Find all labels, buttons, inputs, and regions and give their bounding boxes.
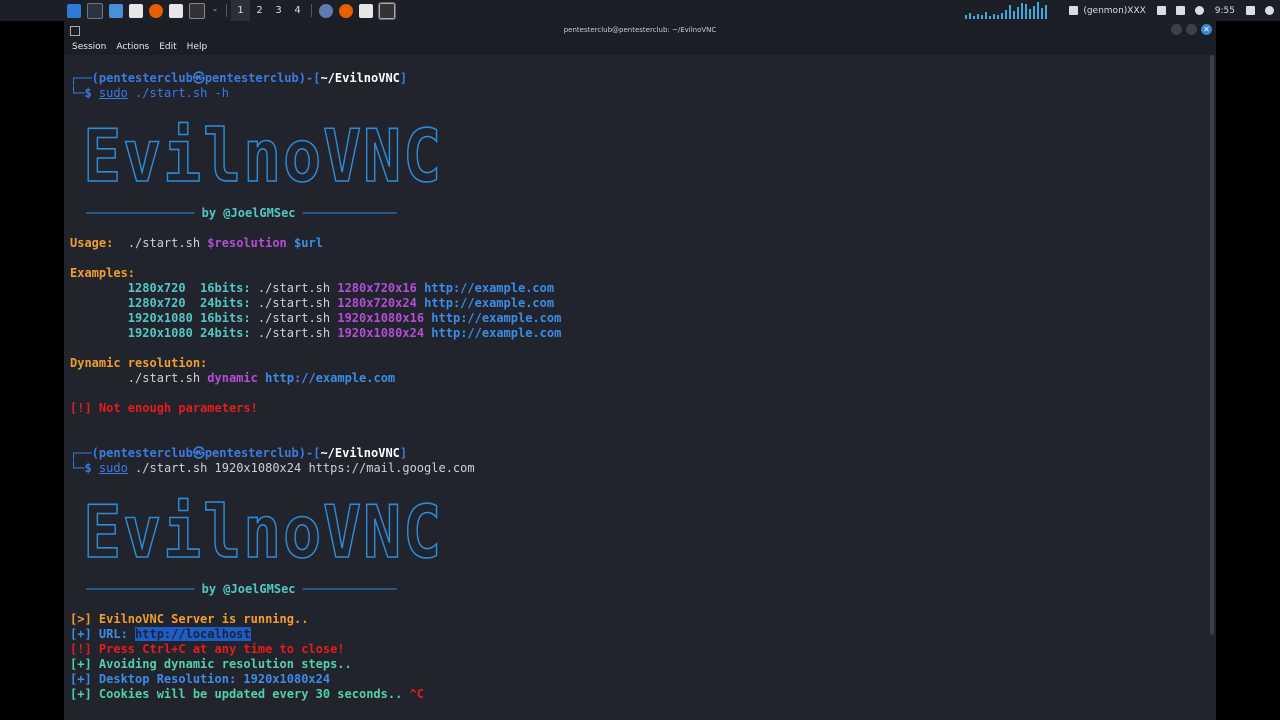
close-button[interactable]: ✕ [1201, 24, 1212, 35]
byline: ─────────────── by @JoelGMSec ──────────… [86, 206, 397, 220]
workspace-2[interactable]: 2 [250, 0, 269, 21]
menu-actions[interactable]: Actions [116, 42, 149, 52]
firefox-icon[interactable] [149, 3, 163, 18]
status-desktop: [+] Desktop Resolution: 1920x1080x24 [70, 672, 331, 686]
example-row: 1280x720 16bits: ./start.sh 1280x720x16 … [127, 281, 555, 295]
terminal-taskbar-icon[interactable] [378, 1, 396, 20]
example-row: 1280x720 24bits: ./start.sh 1280x720x24 … [127, 296, 555, 310]
status-url: [+] URL: http://localhost [70, 627, 251, 641]
example-row: 1920x1080 16bits: ./start.sh 1920x1080x1… [127, 311, 562, 325]
chevron-down-icon[interactable]: ⌄ [211, 4, 219, 18]
localhost-url-selected[interactable]: http://localhost [135, 627, 251, 641]
notification-bell-icon[interactable] [1175, 6, 1185, 15]
ascii-banner: EvilnoVNC [78, 489, 448, 575]
file-manager-icon[interactable] [109, 3, 123, 18]
logout-icon[interactable] [1265, 6, 1274, 15]
ascii-banner: EvilnoVNC [78, 113, 448, 199]
text-editor-icon[interactable] [129, 3, 143, 18]
minimize-button[interactable] [1171, 24, 1182, 35]
lock-icon[interactable] [1246, 6, 1255, 15]
status-avoid: [+] Avoiding dynamic resolution steps.. [70, 657, 352, 671]
show-desktop-icon[interactable] [87, 2, 103, 19]
svg-text:EvilnoVNC: EvilnoVNC [83, 121, 443, 191]
firefox-taskbar-icon[interactable] [339, 3, 353, 18]
genmon-label: (genmon)XXX [1083, 5, 1146, 16]
menu-session[interactable]: Session [72, 42, 106, 52]
prompt-line-2: ┌──(pentesterclub㉿pentesterclub)-[~/Evil… [70, 446, 408, 460]
example-row: 1920x1080 24bits: ./start.sh 1920x1080x2… [127, 326, 562, 340]
menu-bar: Session Actions Edit Help [64, 39, 1216, 55]
workspace-3[interactable]: 3 [269, 0, 288, 21]
byline: ─────────────── by @JoelGMSec ──────────… [86, 582, 397, 596]
usage-line: Usage: ./start.sh $resolution $url [70, 236, 323, 250]
error-message: [!] Not enough parameters! [70, 401, 258, 415]
window-titlebar[interactable]: pentesterclub@pentesterclub: ~/EvilnoVNC… [64, 21, 1216, 39]
examples-label: Examples: [70, 266, 136, 280]
monitor-icon [1069, 6, 1079, 15]
status-running: [>] EvilnoVNC Server is running.. [70, 612, 309, 626]
dynamic-example: ./start.sh dynamic http://example.com [127, 371, 396, 385]
maximize-button[interactable] [1186, 24, 1197, 35]
power-icon[interactable] [1194, 6, 1204, 15]
kali-menu-icon[interactable] [67, 3, 81, 18]
prompt-line-1: ┌──(pentesterclub㉿pentesterclub)-[~/Evil… [70, 71, 408, 85]
cpu-graph [965, 2, 1050, 19]
banner-logo: EvilnoVNC [82, 113, 443, 199]
workspace-4[interactable]: 4 [288, 0, 307, 21]
command-line-2: └─$ sudo ./start.sh 1920x1080x24 https:/… [70, 461, 475, 475]
chrome-taskbar-icon[interactable] [319, 3, 333, 18]
command-line-1: └─$ sudo ./start.sh -h [70, 86, 229, 100]
status-ctrlc: [!] Press Ctrl+C at any time to close! [70, 642, 345, 656]
status-cookies: [+] Cookies will be updated every 30 sec… [70, 687, 425, 701]
window-controls: ✕ [1167, 24, 1212, 35]
genmon-widget[interactable]: (genmon)XXX [1064, 5, 1146, 16]
workspace-1[interactable]: 1 [231, 0, 250, 22]
panel-tray: (genmon)XXX 9:55 [965, 0, 1280, 21]
scrollbar[interactable] [1210, 55, 1214, 635]
panel-separator [226, 4, 227, 17]
dynamic-label: Dynamic resolution: [70, 356, 208, 370]
window-title: pentesterclub@pentesterclub: ~/EvilnoVNC [563, 26, 717, 34]
panel-separator [311, 4, 312, 17]
volume-icon[interactable] [1156, 6, 1166, 15]
terminal-output[interactable]: ┌──(pentesterclub㉿pentesterclub)-[~/Evil… [64, 55, 1216, 720]
editor-taskbar-icon[interactable] [359, 3, 373, 18]
terminal-launcher-icon[interactable] [189, 2, 205, 19]
menu-edit[interactable]: Edit [159, 42, 176, 52]
panel-launchers: ⌄ 1 2 3 4 [0, 0, 398, 22]
svg-text:EvilnoVNC: EvilnoVNC [83, 497, 443, 567]
clock[interactable]: 9:55 [1215, 6, 1235, 16]
top-panel: ⌄ 1 2 3 4 (genmon)XXX 9:55 [0, 0, 1280, 22]
window-menu-icon[interactable] [70, 26, 80, 36]
banner-logo: EvilnoVNC [82, 489, 443, 575]
menu-view[interactable]: Help [187, 42, 208, 52]
launcher-icon[interactable] [169, 3, 183, 18]
